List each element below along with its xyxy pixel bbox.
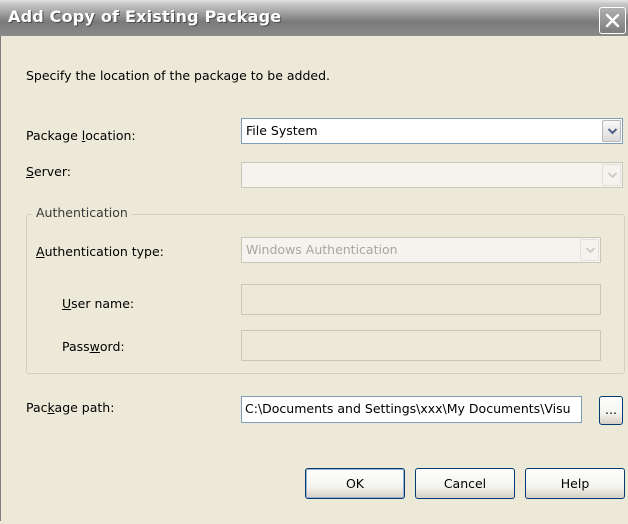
authentication-type-value: Windows Authentication	[246, 242, 398, 257]
package-location-value: File System	[246, 123, 318, 138]
authentication-type-label: Authentication type:	[36, 244, 164, 259]
help-button-label: Help	[560, 476, 590, 491]
dialog-title: Add Copy of Existing Package	[8, 7, 282, 26]
authentication-group-label: Authentication	[32, 205, 132, 220]
dialog-body: Specify the location of the package to b…	[0, 36, 628, 521]
server-select[interactable]	[241, 162, 623, 188]
package-location-select[interactable]: File System	[241, 118, 623, 144]
package-path-value: C:\Documents and Settings\xxx\My Documen…	[245, 401, 571, 416]
package-location-label: Package location:	[26, 128, 136, 143]
chevron-down-icon	[607, 128, 618, 135]
package-location-dropdown-button[interactable]	[602, 120, 621, 142]
package-path-label: Package path:	[26, 400, 115, 415]
chevron-down-icon	[585, 247, 596, 254]
chevron-down-icon	[607, 172, 618, 179]
help-button[interactable]: Help	[525, 468, 625, 499]
cancel-button[interactable]: Cancel	[415, 468, 515, 499]
browse-button-label: ...	[605, 402, 617, 417]
browse-button[interactable]: ...	[599, 396, 623, 425]
server-label: Server:	[26, 164, 71, 179]
title-bar[interactable]: Add Copy of Existing Package	[0, 0, 628, 36]
user-name-label: User name:	[62, 296, 135, 311]
server-dropdown-button[interactable]	[602, 164, 621, 186]
password-label: Password:	[62, 339, 125, 354]
cancel-button-label: Cancel	[443, 476, 487, 491]
ok-button[interactable]: OK	[305, 468, 405, 499]
add-copy-dialog: Add Copy of Existing Package Specify the…	[0, 0, 628, 524]
user-name-input[interactable]	[241, 284, 601, 315]
package-path-input[interactable]: C:\Documents and Settings\xxx\My Documen…	[241, 396, 582, 423]
close-icon	[605, 13, 620, 28]
password-input[interactable]	[241, 330, 601, 361]
authentication-type-select[interactable]: Windows Authentication	[241, 237, 601, 263]
authentication-type-dropdown-button[interactable]	[580, 239, 599, 261]
instruction-text: Specify the location of the package to b…	[26, 68, 331, 83]
ok-button-label: OK	[345, 476, 365, 491]
close-button[interactable]	[599, 7, 626, 34]
